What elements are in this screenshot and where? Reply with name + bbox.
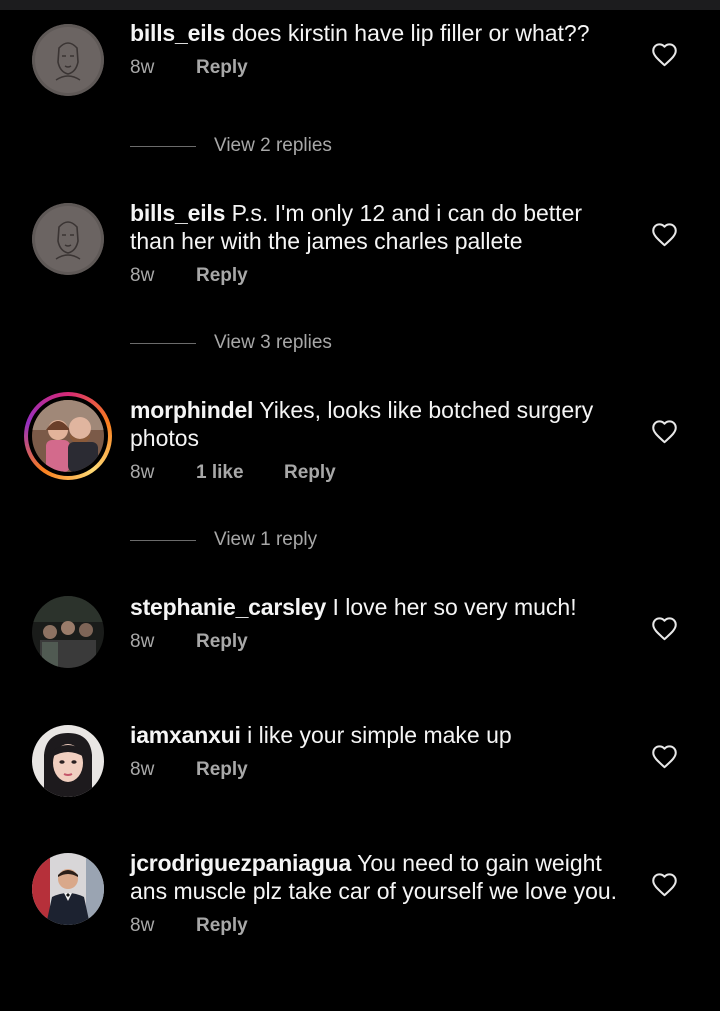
comment-text-block: iamxanxui i like your simple make up [130, 721, 620, 749]
family-photo-avatar-image [32, 400, 104, 472]
avatar[interactable] [32, 725, 104, 797]
heart-outline-icon[interactable] [651, 872, 678, 897]
sketch-avatar-image [32, 203, 104, 275]
view-replies-label: View 1 reply [214, 529, 318, 550]
comment-time: 8w [130, 57, 155, 78]
comment-text-block: morphindel Yikes, looks like botched sur… [130, 396, 620, 452]
avatar[interactable] [32, 203, 104, 275]
comment-username[interactable]: stephanie_carsley [130, 594, 326, 620]
replies-divider [130, 342, 196, 344]
comment-body: I love her so very much! [332, 594, 577, 620]
story-ring-avatar[interactable] [24, 392, 112, 480]
avatar[interactable] [32, 24, 104, 96]
heart-outline-icon[interactable] [651, 222, 678, 247]
comment-time: 8w [130, 759, 155, 780]
view-replies-button[interactable]: View 1 reply [130, 525, 530, 555]
top-status-strip [0, 0, 720, 10]
comment-username[interactable]: bills_eils [130, 20, 225, 46]
avatar [32, 400, 104, 472]
comment-meta: 8w Reply [130, 915, 620, 937]
avatar-ring-gap [28, 396, 108, 476]
comment-username[interactable]: iamxanxui [130, 722, 241, 748]
comment-text-block: jcrodriguezpaniagua You need to gain wei… [130, 849, 620, 905]
replies-divider [130, 145, 196, 147]
heart-outline-icon[interactable] [651, 744, 678, 769]
heart-outline-icon[interactable] [651, 616, 678, 641]
comment-meta: 8w Reply [130, 57, 620, 79]
sketch-avatar-image [32, 24, 104, 96]
reply-button[interactable]: Reply [196, 57, 248, 79]
comment-meta: 8w 1 like Reply [130, 462, 620, 484]
comment-body: does kirstin have lip filler or what?? [231, 20, 590, 46]
portrait-avatar-image [32, 725, 104, 797]
view-replies-label: View 3 replies [214, 332, 332, 353]
comment-time: 8w [130, 462, 155, 483]
view-replies-button[interactable]: View 3 replies [130, 328, 530, 358]
heart-outline-icon[interactable] [651, 419, 678, 444]
view-replies-button[interactable]: View 2 replies [130, 131, 530, 161]
comment-username[interactable]: jcrodriguezpaniagua [130, 850, 351, 876]
reply-button[interactable]: Reply [196, 759, 248, 781]
comment-like-count[interactable]: 1 like [196, 462, 284, 484]
comment-username[interactable]: bills_eils [130, 200, 225, 226]
group-photo-avatar-image [32, 596, 104, 668]
view-replies-label: View 2 replies [214, 135, 332, 156]
comment-time: 8w [130, 265, 155, 286]
reply-button[interactable]: Reply [196, 631, 248, 653]
reply-button[interactable]: Reply [196, 915, 248, 937]
heart-outline-icon[interactable] [651, 42, 678, 67]
reply-button[interactable]: Reply [196, 265, 248, 287]
comment-body: i like your simple make up [247, 722, 512, 748]
comment-time: 8w [130, 631, 155, 652]
comment-text-block: stephanie_carsley I love her so very muc… [130, 593, 620, 621]
comment-meta: 8w Reply [130, 759, 620, 781]
avatar[interactable] [32, 853, 104, 925]
comment-text-block: bills_eils P.s. I'm only 12 and i can do… [130, 199, 620, 255]
comment-text-block: bills_eils does kirstin have lip filler … [130, 19, 620, 47]
comment-username[interactable]: morphindel [130, 397, 253, 423]
comment-meta: 8w Reply [130, 631, 620, 653]
comment-meta: 8w Reply [130, 265, 620, 287]
comment-time: 8w [130, 915, 155, 936]
replies-divider [130, 539, 196, 541]
avatar[interactable] [32, 596, 104, 668]
suit-portrait-avatar-image [32, 853, 104, 925]
reply-button[interactable]: Reply [284, 462, 336, 484]
